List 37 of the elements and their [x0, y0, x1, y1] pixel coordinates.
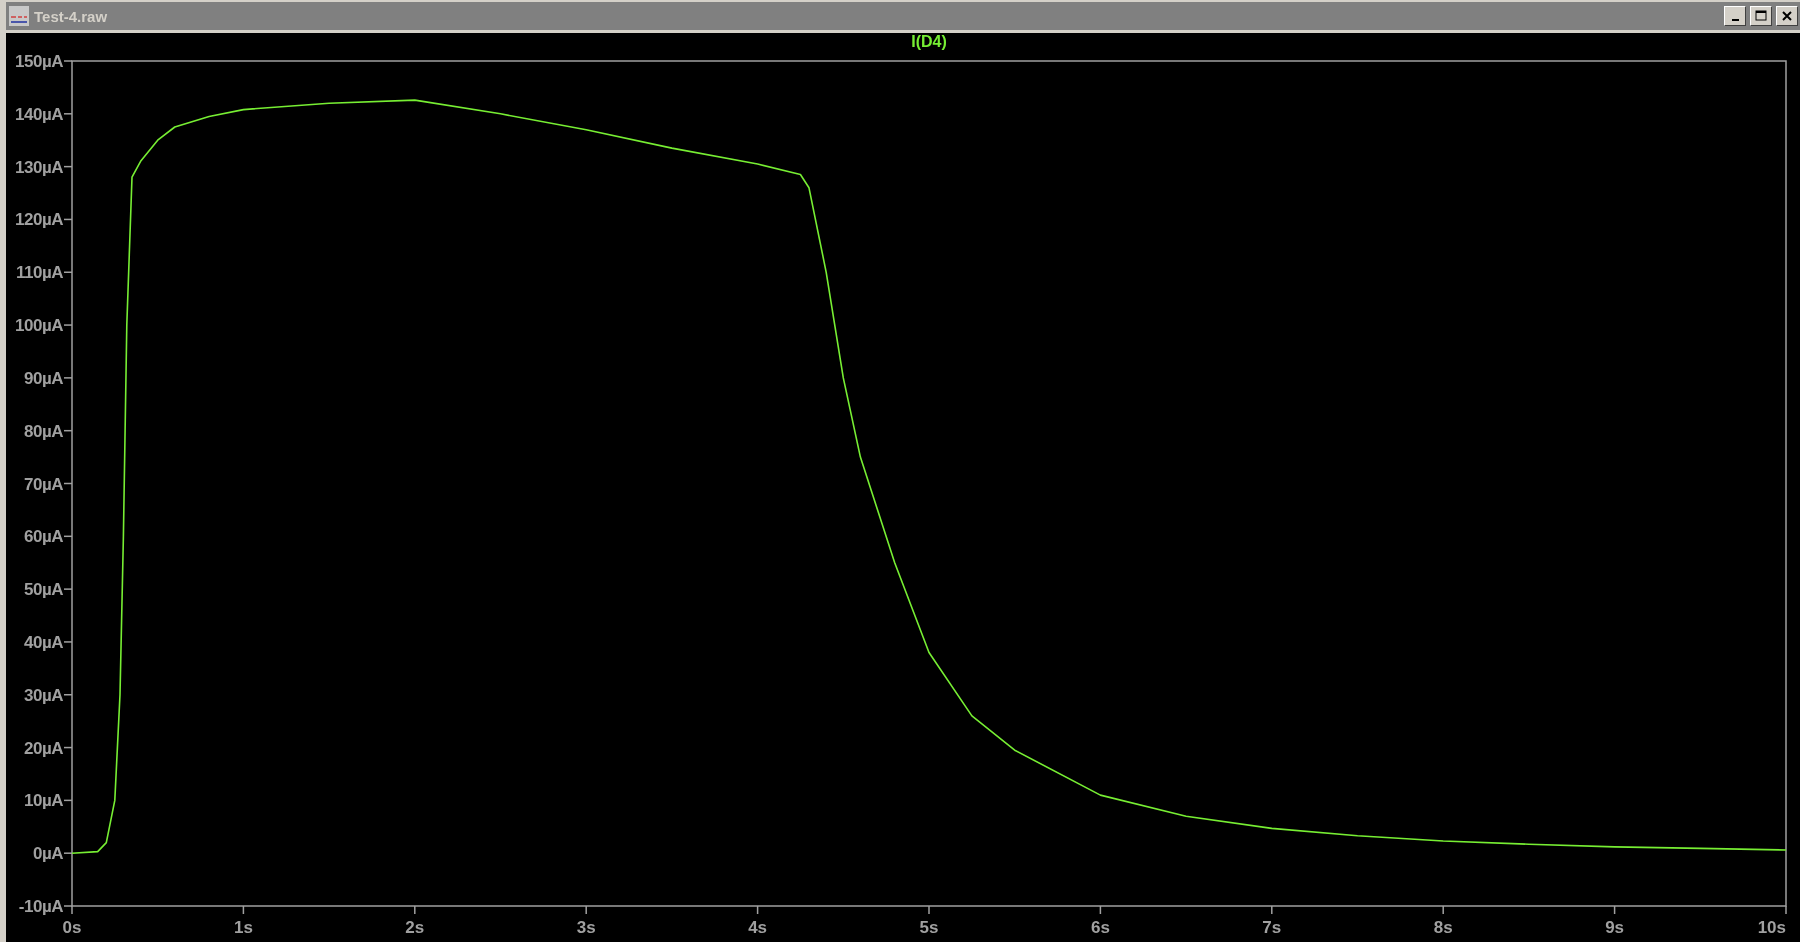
y-tick-label: 70µA [24, 474, 63, 494]
y-tick-label: 0µA [32, 844, 63, 864]
minimize-button[interactable] [1724, 6, 1746, 26]
x-tick-label: 8s [1433, 918, 1453, 937]
y-tick-label: 120µA [15, 210, 63, 230]
x-tick-label: 3s [576, 918, 596, 937]
maximize-button[interactable] [1750, 6, 1772, 26]
y-tick-label: 90µA [24, 368, 63, 388]
x-tick-label: 4s [748, 918, 768, 937]
trace-title: I(D4) [911, 33, 947, 50]
y-tick-label: -10µA [18, 897, 63, 916]
y-tick-label: 20µA [24, 738, 63, 758]
maximize-icon [1755, 10, 1767, 22]
y-tick-label: 100µA [15, 316, 63, 336]
y-tick-label: 140µA [15, 104, 63, 124]
x-tick-label: 10s [1757, 918, 1786, 937]
y-tick-label: 80µA [24, 421, 63, 441]
y-tick-label: 40µA [24, 632, 63, 652]
x-tick-label: 0s [62, 918, 82, 937]
close-icon [1781, 10, 1793, 22]
y-tick-label: 150µA [15, 52, 63, 71]
x-tick-label: 6s [1090, 918, 1110, 937]
y-tick-label: 110µA [16, 263, 63, 283]
x-tick-label: 2s [405, 918, 425, 937]
x-tick-label: 1s [233, 918, 253, 937]
y-tick-label: 10µA [24, 791, 63, 811]
y-tick-label: 50µA [24, 580, 63, 600]
y-tick-label: 30µA [24, 685, 63, 705]
x-tick-label: 9s [1605, 918, 1625, 937]
y-tick-label: 60µA [24, 527, 63, 547]
waveform-window-icon [8, 5, 30, 27]
window-title: Test-4.raw [34, 7, 109, 25]
close-button[interactable] [1776, 6, 1798, 26]
x-tick-label: 5s [919, 918, 939, 937]
minimize-icon [1731, 19, 1739, 21]
x-tick-label: 7s [1262, 918, 1282, 937]
y-tick-label: 130µA [15, 157, 63, 177]
